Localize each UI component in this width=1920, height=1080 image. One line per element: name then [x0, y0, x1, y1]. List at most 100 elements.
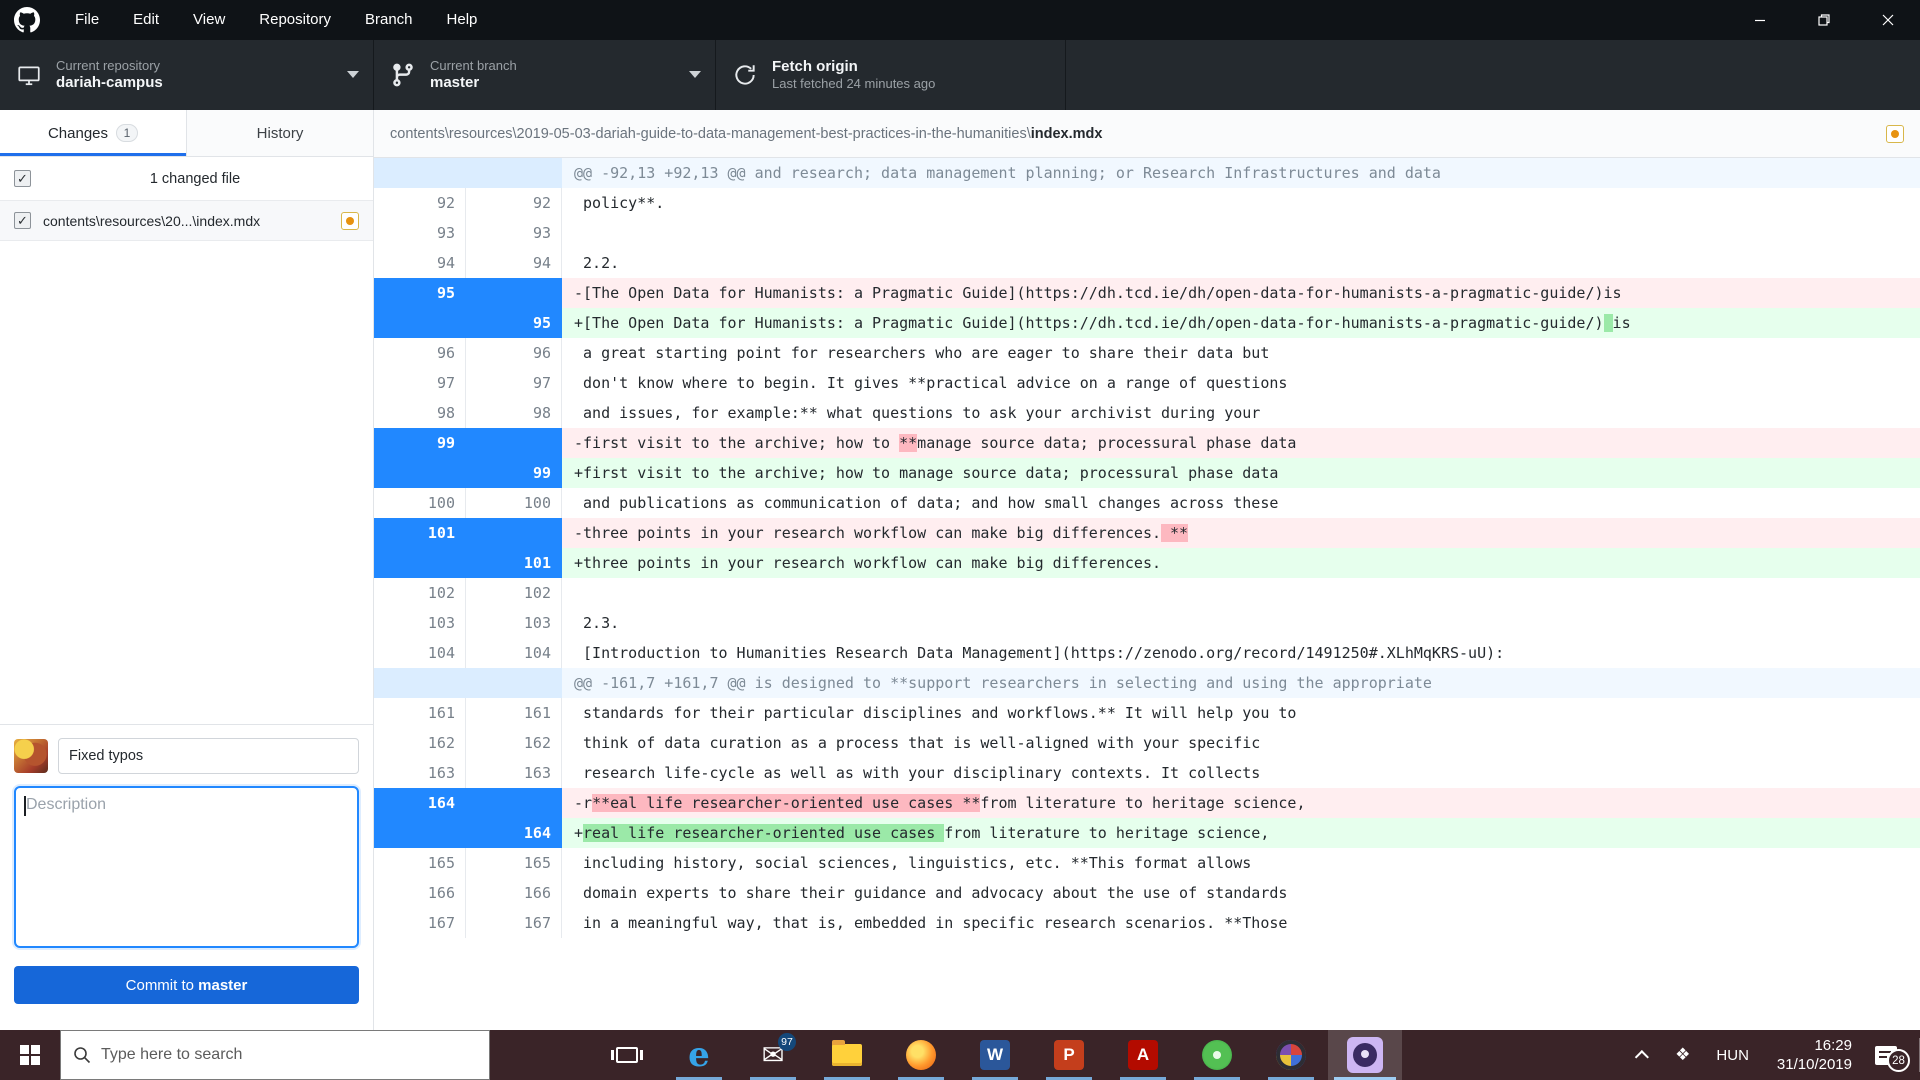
taskbar-paint-app[interactable]: [1254, 1030, 1328, 1080]
menu-view[interactable]: View: [176, 0, 242, 40]
diff-old-line-number[interactable]: 100: [374, 488, 466, 518]
current-repository-button[interactable]: Current repository dariah-campus: [0, 40, 374, 110]
diff-old-line-number[interactable]: 98: [374, 398, 466, 428]
diff-new-line-number[interactable]: 96: [466, 338, 562, 368]
paint-app-icon: [1276, 1040, 1306, 1070]
diff-new-line-number[interactable]: 167: [466, 908, 562, 938]
taskbar-github-desktop[interactable]: [1328, 1030, 1402, 1080]
taskbar-firefox[interactable]: [884, 1030, 958, 1080]
diff-new-line-number[interactable]: 165: [466, 848, 562, 878]
diff-new-line-number[interactable]: 101: [466, 548, 562, 578]
taskbar-search[interactable]: [60, 1030, 490, 1080]
diff-old-line-number[interactable]: 99: [374, 428, 466, 458]
diff-old-line-number[interactable]: [374, 668, 466, 698]
diff-new-line-number[interactable]: 92: [466, 188, 562, 218]
taskbar-file-explorer[interactable]: [810, 1030, 884, 1080]
start-button[interactable]: [0, 1030, 60, 1080]
taskbar-edge[interactable]: e: [662, 1030, 736, 1080]
diff-old-line-number[interactable]: [374, 308, 466, 338]
action-center-button[interactable]: 28: [1866, 1030, 1906, 1080]
diff-new-line-number[interactable]: [466, 428, 562, 458]
diff-new-line-number[interactable]: 98: [466, 398, 562, 428]
taskbar-powerpoint[interactable]: P: [1032, 1030, 1106, 1080]
commit-button[interactable]: Commit to master: [14, 966, 359, 1004]
diff-old-line-number[interactable]: 101: [374, 518, 466, 548]
diff-old-line-number[interactable]: 164: [374, 788, 466, 818]
diff-new-line-number[interactable]: 94: [466, 248, 562, 278]
changed-file-row[interactable]: ✓ contents\resources\20...\index.mdx: [0, 201, 373, 241]
diff-new-line-number[interactable]: 95: [466, 308, 562, 338]
commit-description-textarea[interactable]: [14, 786, 359, 948]
diff-code-line: +real life researcher-oriented use cases…: [562, 818, 1920, 848]
diff-old-line-number[interactable]: 97: [374, 368, 466, 398]
diff-old-line-number[interactable]: 92: [374, 188, 466, 218]
tray-chevron-up-icon[interactable]: [1635, 1050, 1649, 1064]
commit-summary-input[interactable]: [58, 738, 359, 774]
sidebar-tabs: Changes 1 History: [0, 110, 373, 157]
diff-old-line-number[interactable]: 162: [374, 728, 466, 758]
dropbox-icon[interactable]: ❖: [1675, 1045, 1690, 1065]
diff-new-line-number[interactable]: 104: [466, 638, 562, 668]
diff-old-line-number[interactable]: 102: [374, 578, 466, 608]
diff-new-line-number[interactable]: [466, 668, 562, 698]
current-branch-button[interactable]: Current branch master: [374, 40, 716, 110]
diff-old-line-number[interactable]: 95: [374, 278, 466, 308]
diff-old-line-number[interactable]: 96: [374, 338, 466, 368]
diff-new-line-number[interactable]: 103: [466, 608, 562, 638]
changed-file-name: contents\resources\20...\index.mdx: [43, 213, 341, 229]
taskbar-acrobat[interactable]: A: [1106, 1030, 1180, 1080]
fetch-origin-button[interactable]: Fetch origin Last fetched 24 minutes ago: [716, 40, 1066, 110]
diff-new-line-number[interactable]: 164: [466, 818, 562, 848]
taskbar-word[interactable]: W: [958, 1030, 1032, 1080]
diff-old-line-number[interactable]: 166: [374, 878, 466, 908]
search-input[interactable]: [101, 1046, 477, 1064]
diff-old-line-number[interactable]: [374, 458, 466, 488]
system-tray: ❖ HUN 16:29 31/10/2019 28: [1625, 1030, 1916, 1080]
current-repository-label: Current repository: [56, 58, 163, 74]
diff-new-line-number[interactable]: [466, 788, 562, 818]
diff-new-line-number[interactable]: [466, 278, 562, 308]
menu-help[interactable]: Help: [430, 0, 495, 40]
menu-edit[interactable]: Edit: [116, 0, 176, 40]
taskbar-clock[interactable]: 16:29 31/10/2019: [1777, 1036, 1852, 1075]
keyboard-language[interactable]: HUN: [1716, 1047, 1749, 1064]
diff-old-line-number[interactable]: [374, 548, 466, 578]
diff-new-line-number[interactable]: 161: [466, 698, 562, 728]
diff-old-line-number[interactable]: 94: [374, 248, 466, 278]
commit-form: Commit to master: [0, 724, 373, 1004]
diff-old-line-number[interactable]: 103: [374, 608, 466, 638]
diff-new-line-number[interactable]: [466, 158, 562, 188]
diff-old-line-number[interactable]: 167: [374, 908, 466, 938]
diff-new-line-number[interactable]: 166: [466, 878, 562, 908]
diff-new-line-number[interactable]: 100: [466, 488, 562, 518]
diff-new-line-number[interactable]: 162: [466, 728, 562, 758]
diff-old-line-number[interactable]: 163: [374, 758, 466, 788]
tab-changes[interactable]: Changes 1: [0, 110, 186, 156]
taskbar-gitkraken[interactable]: [1180, 1030, 1254, 1080]
diff-new-line-number[interactable]: 99: [466, 458, 562, 488]
minimize-button[interactable]: [1728, 0, 1792, 40]
diff-old-line-number[interactable]: 161: [374, 698, 466, 728]
diff-new-line-number[interactable]: [466, 518, 562, 548]
diff-new-line-number[interactable]: 97: [466, 368, 562, 398]
file-checkbox[interactable]: ✓: [14, 212, 31, 229]
menu-file[interactable]: File: [58, 0, 116, 40]
diff-old-line-number[interactable]: [374, 158, 466, 188]
diff-old-line-number[interactable]: 165: [374, 848, 466, 878]
diff-code-line: don't know where to begin. It gives **pr…: [562, 368, 1920, 398]
diff-new-line-number[interactable]: 102: [466, 578, 562, 608]
menu-branch[interactable]: Branch: [348, 0, 430, 40]
select-all-checkbox[interactable]: ✓: [14, 170, 31, 187]
diff-old-line-number[interactable]: [374, 818, 466, 848]
diff-new-line-number[interactable]: 93: [466, 218, 562, 248]
diff-old-line-number[interactable]: 104: [374, 638, 466, 668]
diff-code-line: research life-cycle as well as with your…: [562, 758, 1920, 788]
task-view-button[interactable]: [600, 1030, 654, 1080]
tab-history[interactable]: History: [186, 110, 373, 156]
taskbar-mail[interactable]: ✉ 97: [736, 1030, 810, 1080]
close-button[interactable]: [1856, 0, 1920, 40]
restore-button[interactable]: [1792, 0, 1856, 40]
diff-old-line-number[interactable]: 93: [374, 218, 466, 248]
menu-repository[interactable]: Repository: [242, 0, 348, 40]
diff-new-line-number[interactable]: 163: [466, 758, 562, 788]
